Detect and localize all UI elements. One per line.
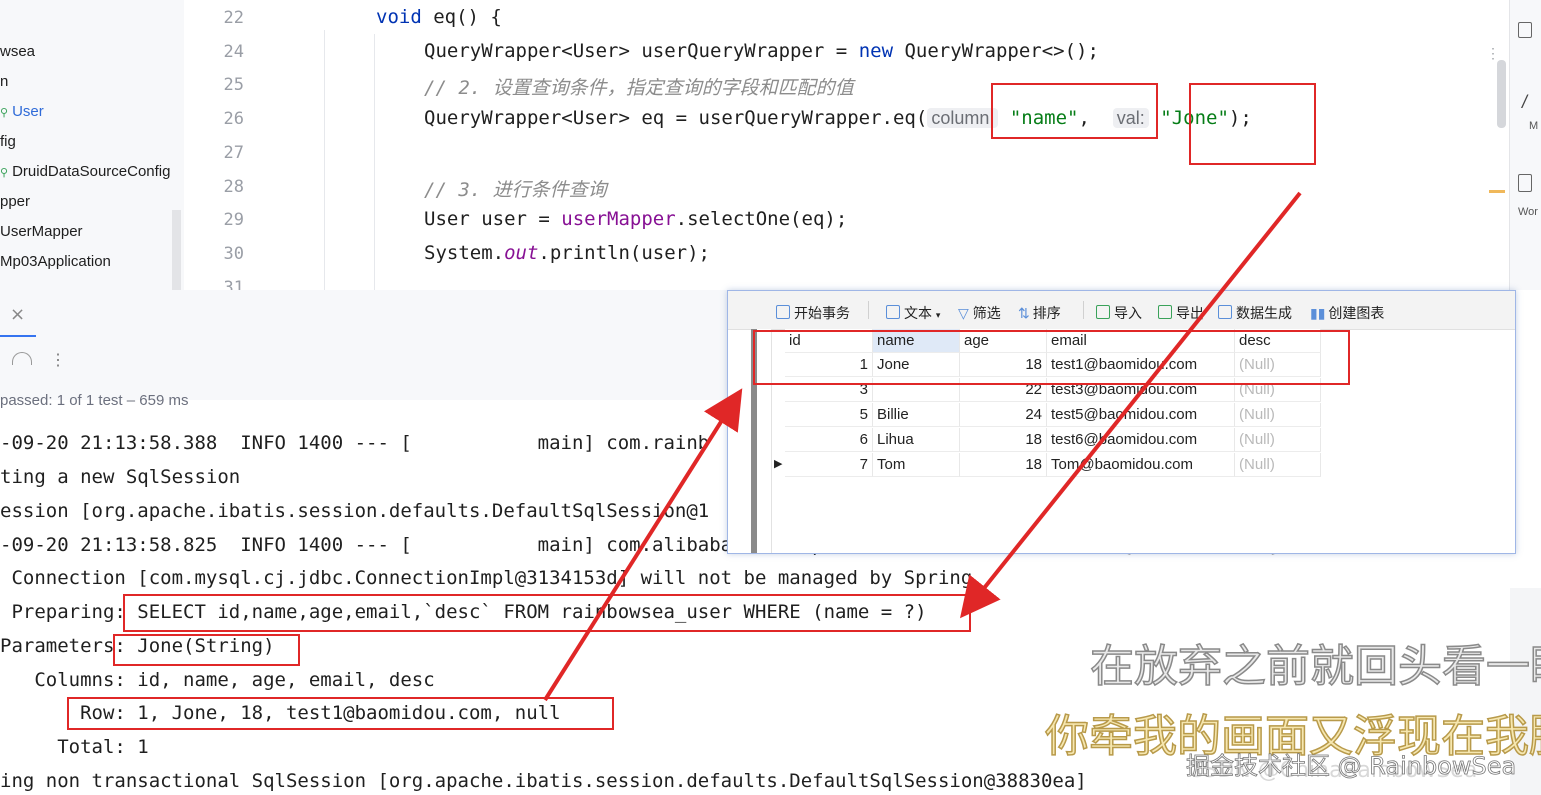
arrow-row-to-grid — [543, 388, 743, 702]
subtitle-line-1: 在放弃之前就回头看一眼 — [1089, 640, 1541, 693]
watermark: 掘金技术社区 @ RainbowSea — [1186, 752, 1517, 781]
arrow-value-to-sql — [960, 191, 1302, 619]
